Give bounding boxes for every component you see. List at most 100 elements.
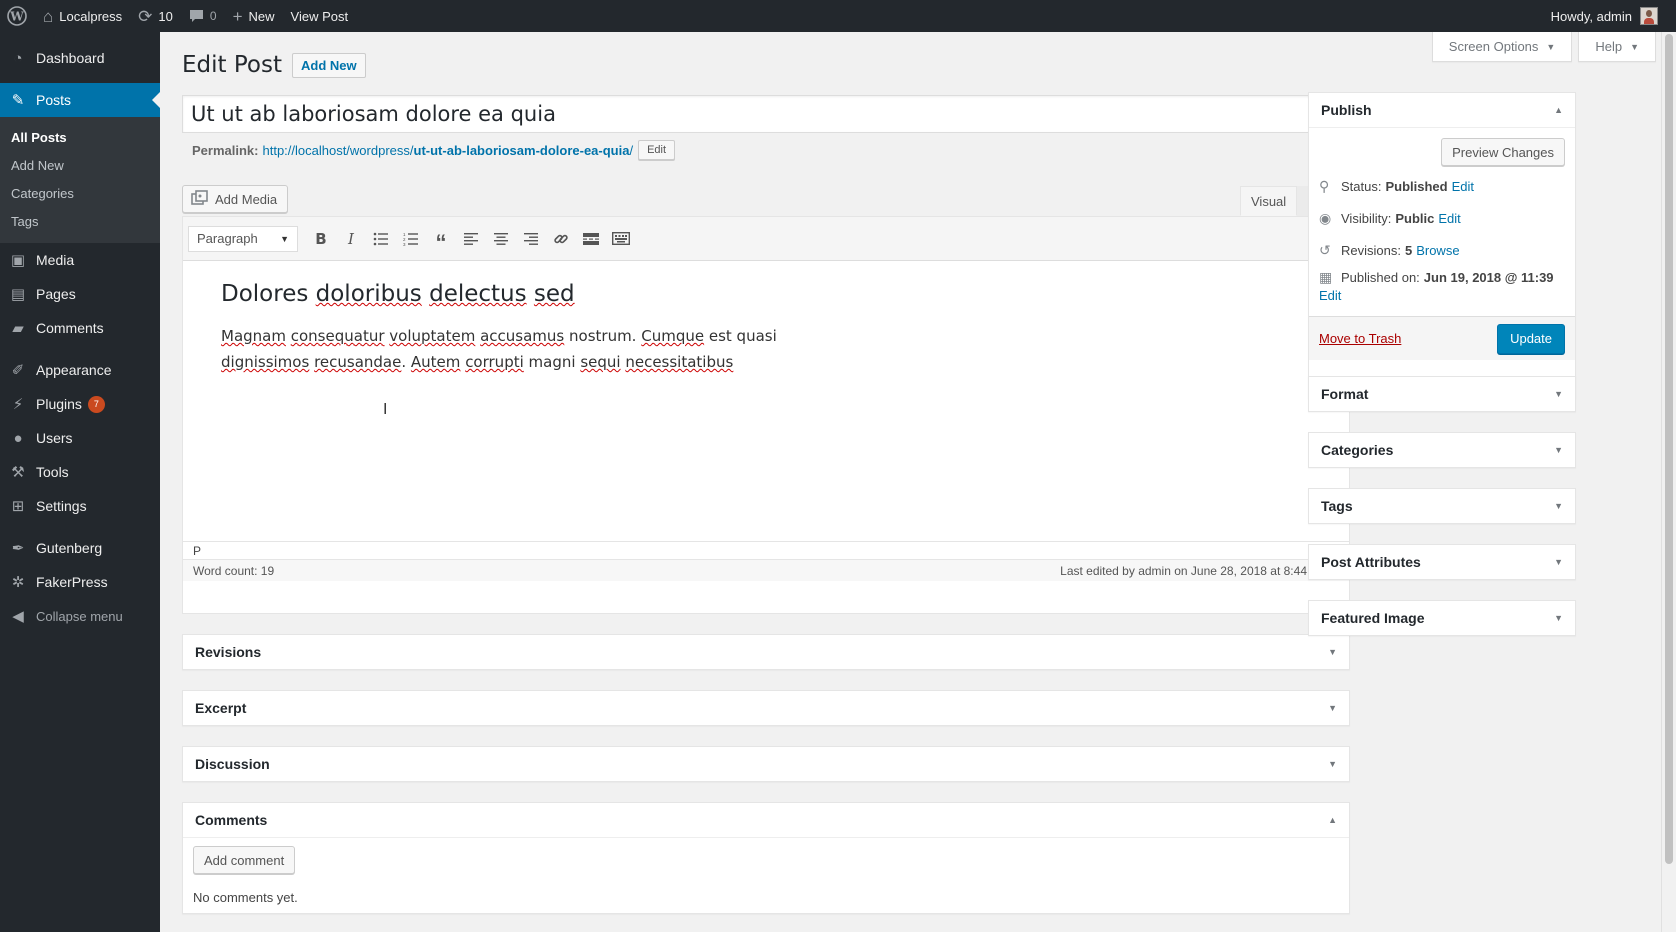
admin-bar: W ⌂ Localpress ⟳ 10 0 + New View Post Ho… xyxy=(0,0,1676,32)
pushpin-icon: ✎ xyxy=(11,92,25,109)
published-label: Published on: xyxy=(1341,269,1420,285)
menu-appearance[interactable]: ✐ Appearance xyxy=(0,353,160,387)
align-right-button[interactable] xyxy=(516,225,546,253)
categories-box-header[interactable]: Categories ▼ xyxy=(1309,433,1575,467)
blockquote-button[interactable]: “ xyxy=(426,225,456,253)
paragraph-text: magni xyxy=(523,353,581,371)
wrench-icon: ⚒ xyxy=(11,464,25,481)
quote-icon: “ xyxy=(435,229,447,255)
preview-row: Preview Changes xyxy=(1309,128,1575,170)
browse-revisions-link[interactable]: Browse xyxy=(1416,243,1459,258)
menu-plugins[interactable]: ⚡ Plugins 7 xyxy=(0,387,160,421)
format-box-header[interactable]: Format ▼ xyxy=(1309,377,1575,411)
discussion-box-header[interactable]: Discussion ▼ xyxy=(183,747,1349,781)
menu-users[interactable]: ● Users xyxy=(0,421,160,455)
text-cursor-icon: Ι xyxy=(383,401,388,418)
permalink-slug: ut-ut-ab-laboriosam-dolore-ea-quia xyxy=(413,142,630,158)
edit-permalink-button[interactable]: Edit xyxy=(638,140,676,160)
menu-posts[interactable]: ✎ Posts xyxy=(0,83,160,117)
toggle-arrow-up-icon[interactable]: ▲ xyxy=(1554,105,1563,115)
add-comment-button[interactable]: Add comment xyxy=(193,846,296,874)
toggle-arrow-down-icon[interactable]: ▼ xyxy=(1554,445,1563,455)
italic-button[interactable]: I xyxy=(336,225,366,253)
edit-status-link[interactable]: Edit xyxy=(1452,179,1474,194)
comments-box-header[interactable]: Comments ▲ xyxy=(183,803,1349,837)
toggle-arrow-down-icon[interactable]: ▼ xyxy=(1328,759,1337,769)
last-edited: Last edited by admin on June 28, 2018 at… xyxy=(1060,563,1327,578)
toggle-arrow-down-icon[interactable]: ▼ xyxy=(1554,613,1563,623)
format-select[interactable]: Paragraph ▼ xyxy=(188,225,298,252)
updates-icon: ⟳ xyxy=(138,6,153,26)
excerpt-box-header[interactable]: Excerpt ▼ xyxy=(183,691,1349,725)
collapse-menu-button[interactable]: ◀ Collapse menu xyxy=(0,599,160,633)
my-account[interactable]: Howdy, admin xyxy=(1551,7,1676,25)
submenu-tags[interactable]: Tags xyxy=(0,208,160,236)
menu-dashboard[interactable]: ◔ Dashboard xyxy=(0,41,160,75)
screen-options-button[interactable]: Screen Options ▼ xyxy=(1431,32,1573,62)
post-attributes-box-header[interactable]: Post Attributes ▼ xyxy=(1309,545,1575,579)
permalink-url[interactable]: http://localhost/wordpress/ut-ut-ab-labo… xyxy=(262,143,633,158)
submenu-add-new[interactable]: Add New xyxy=(0,152,160,180)
revisions-box-header[interactable]: Revisions ▼ xyxy=(183,635,1349,669)
element-path: P xyxy=(183,541,1349,559)
revisions-value: 5 xyxy=(1404,242,1413,258)
link-icon xyxy=(554,234,568,243)
align-center-button[interactable] xyxy=(486,225,516,253)
toggle-arrow-down-icon[interactable]: ▼ xyxy=(1554,389,1563,399)
menu-pages[interactable]: ▤ Pages xyxy=(0,277,160,311)
align-left-button[interactable] xyxy=(456,225,486,253)
view-post-link[interactable]: View Post xyxy=(283,0,357,32)
tab-visual[interactable]: Visual xyxy=(1240,186,1298,216)
update-button[interactable]: Update xyxy=(1497,323,1565,354)
menu-fakerpress[interactable]: ✲ FakerPress xyxy=(0,565,160,599)
numbered-list-button[interactable]: 123 xyxy=(396,225,426,253)
help-button[interactable]: Help ▼ xyxy=(1578,32,1656,62)
comments-icon: ▰ xyxy=(12,320,24,337)
admin-menu: ◔ Dashboard ✎ Posts All Posts Add New Ca… xyxy=(0,32,160,932)
move-to-trash-link[interactable]: Move to Trash xyxy=(1319,331,1401,346)
calendar-icon: ▦ xyxy=(1319,268,1333,285)
add-media-button[interactable]: Add Media xyxy=(182,185,289,213)
preview-changes-button[interactable]: Preview Changes xyxy=(1441,138,1565,166)
insert-link-button[interactable] xyxy=(546,225,576,253)
new-content-link[interactable]: + New xyxy=(225,0,283,32)
updates-link[interactable]: ⟳ 10 xyxy=(130,0,181,32)
menu-settings[interactable]: ⊞ Settings xyxy=(0,489,160,523)
bold-button[interactable]: B xyxy=(306,225,336,253)
tags-box-header[interactable]: Tags ▼ xyxy=(1309,489,1575,523)
italic-icon: I xyxy=(348,229,354,248)
permalink-label: Permalink: xyxy=(192,142,259,158)
menu-gutenberg[interactable]: ✒ Gutenberg xyxy=(0,531,160,565)
site-name-link[interactable]: ⌂ Localpress xyxy=(35,0,130,32)
menu-comments[interactable]: ▰ Comments xyxy=(0,311,160,345)
toggle-arrow-down-icon[interactable]: ▼ xyxy=(1554,557,1563,567)
toggle-arrow-down-icon[interactable]: ▼ xyxy=(1554,501,1563,511)
menu-tools[interactable]: ⚒ Tools xyxy=(0,455,160,489)
scrollbar-thumb[interactable] xyxy=(1665,34,1673,864)
eye-icon: ◉ xyxy=(1319,209,1332,226)
toggle-arrow-down-icon[interactable]: ▼ xyxy=(1328,647,1337,657)
submenu-categories[interactable]: Categories xyxy=(0,180,160,208)
post-attributes-box: Post Attributes ▼ xyxy=(1308,544,1576,580)
read-more-button[interactable] xyxy=(576,225,606,253)
submenu-all-posts[interactable]: All Posts xyxy=(0,124,160,152)
box-title: Publish xyxy=(1321,102,1372,118)
toggle-arrow-down-icon[interactable]: ▼ xyxy=(1328,703,1337,713)
wordpress-logo[interactable]: W xyxy=(0,0,35,32)
toggle-arrow-up-icon[interactable]: ▲ xyxy=(1328,815,1337,825)
publish-box-header[interactable]: Publish ▲ xyxy=(1309,93,1575,127)
settings-icon: ⊞ xyxy=(11,498,25,515)
comments-link[interactable]: 0 xyxy=(181,0,225,32)
menu-media[interactable]: ▣ Media xyxy=(0,243,160,277)
featured-image-box-header[interactable]: Featured Image ▼ xyxy=(1309,601,1575,635)
bulleted-list-button[interactable] xyxy=(366,225,396,253)
editor-content-area[interactable]: Dolores doloribus delectus sed Magnam co… xyxy=(183,261,1349,541)
toolbar-toggle-button[interactable] xyxy=(606,225,636,253)
post-title-input[interactable]: Ut ut ab laboriosam dolore ea quia xyxy=(182,95,1350,133)
post-content-editor: Paragraph ▼ B I 123 “ Dolores doloribus … xyxy=(182,216,1350,614)
add-new-post-button[interactable]: Add New xyxy=(291,52,366,78)
page-scrollbar[interactable] xyxy=(1661,32,1676,932)
edit-date-link[interactable]: Edit xyxy=(1319,288,1341,303)
edit-visibility-link[interactable]: Edit xyxy=(1438,211,1460,226)
heading-word: Dolores xyxy=(221,281,309,307)
